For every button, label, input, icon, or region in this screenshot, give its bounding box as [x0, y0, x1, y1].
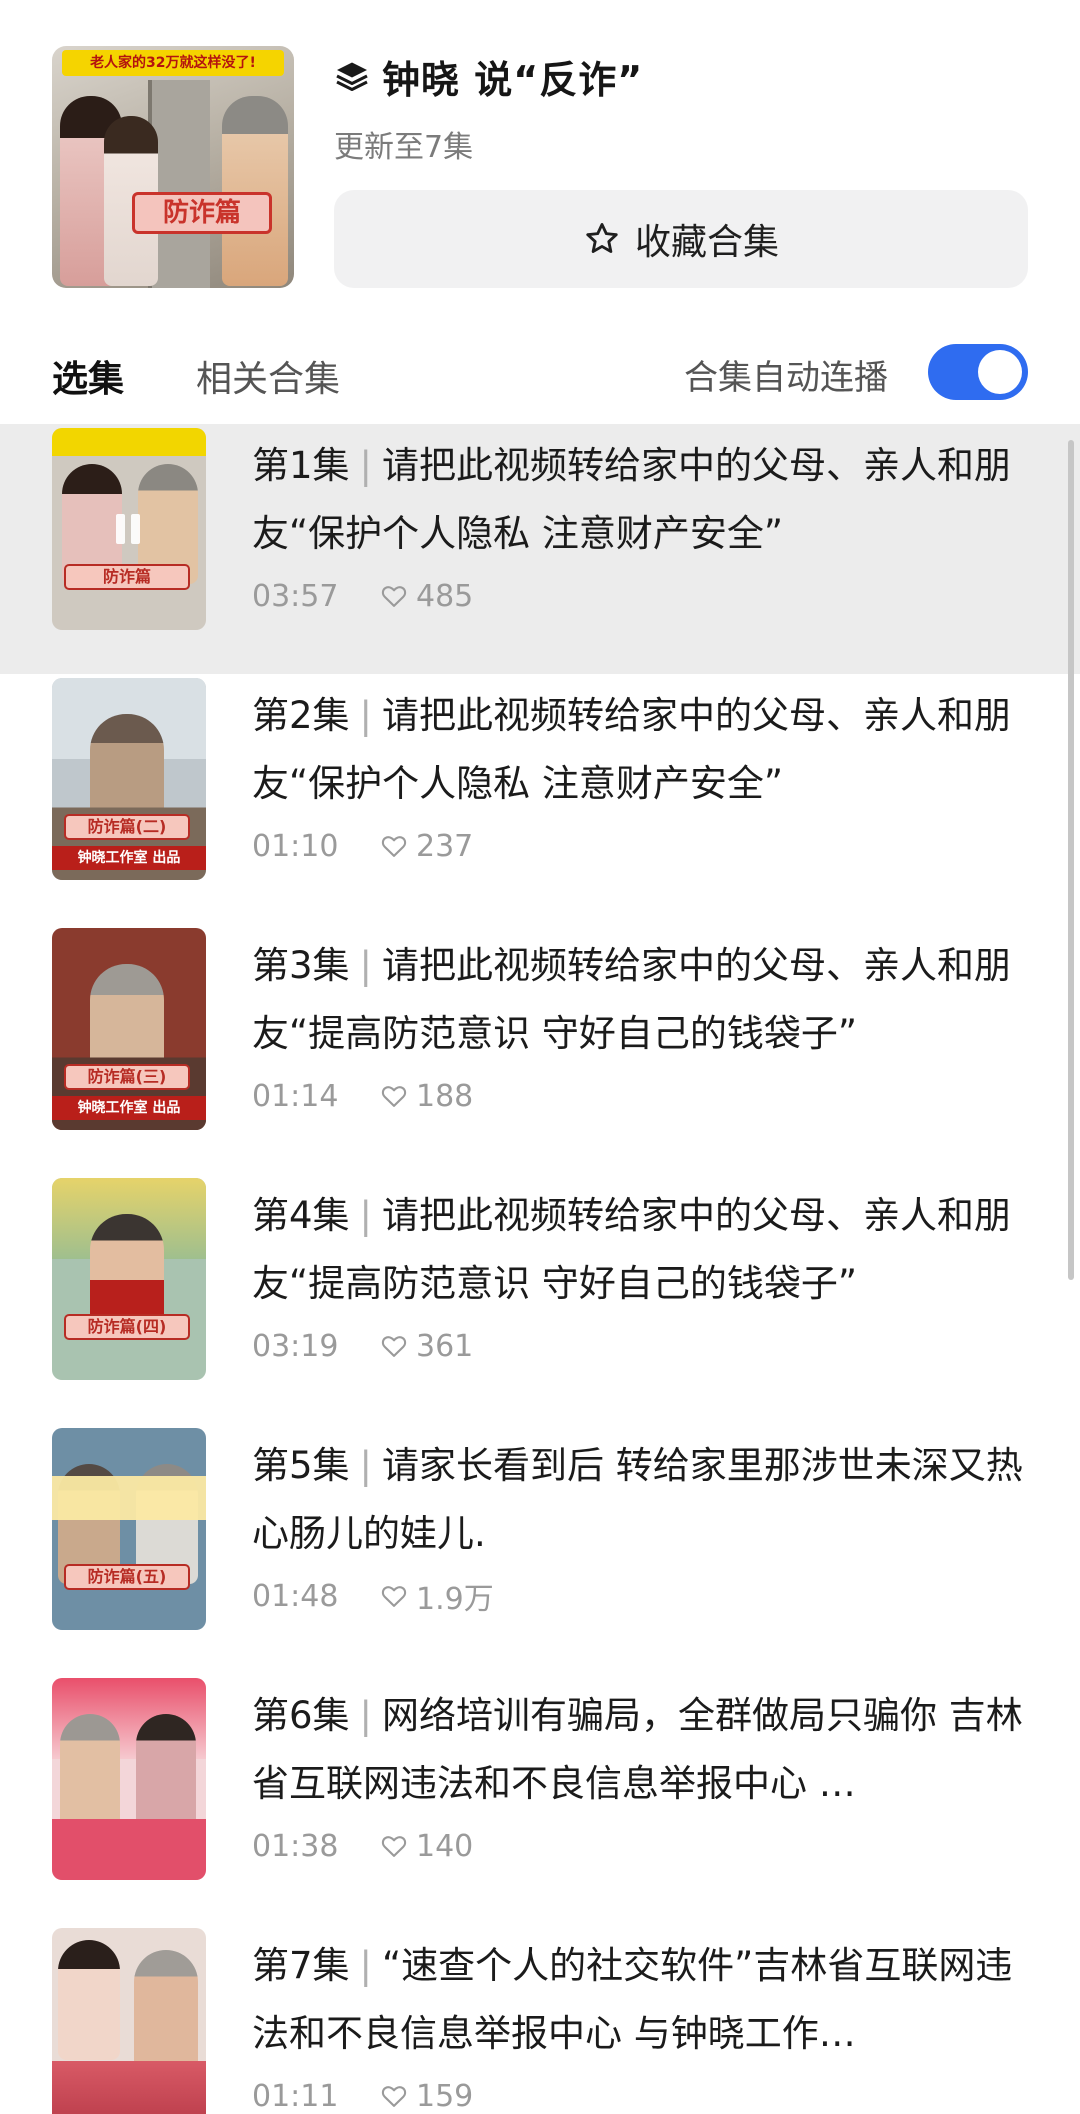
- episode-count-text: 更新至7集: [334, 130, 474, 165]
- episode-meta: 01:11 159: [252, 2076, 473, 2114]
- episode-likes: 237: [416, 828, 474, 864]
- episode-thumbnail[interactable]: 防诈篇(四): [52, 1178, 206, 1380]
- collection-header: 老人家的32万就这样没了! 防诈篇 钟晓 说“反诈” 更新至7集 收藏合集: [0, 0, 1080, 300]
- cover-figure: [222, 96, 288, 286]
- heart-icon: [381, 2086, 407, 2107]
- episode-duration: 03:19: [252, 1328, 339, 1364]
- thumbnail-tag: 防诈篇(四): [64, 1314, 190, 1340]
- episode-meta: 03:19 361: [252, 1326, 473, 1366]
- autoplay-toggle[interactable]: [928, 344, 1028, 400]
- autoplay-label: 合集自动连播: [684, 358, 888, 398]
- episode-duration: 01:14: [252, 1078, 339, 1114]
- thumbnail-strip: 钟晓工作室 出品: [52, 846, 206, 870]
- episode-item[interactable]: 防诈篇(二) 钟晓工作室 出品 第2集 | 请把此视频转给家中的父母、亲人和朋友“保…: [0, 674, 1080, 924]
- thumbnail-tag: 防诈篇(五): [64, 1564, 190, 1590]
- collection-cover-image[interactable]: 老人家的32万就这样没了! 防诈篇: [52, 46, 294, 288]
- episode-separator: |: [359, 444, 373, 487]
- episode-thumbnail[interactable]: 防诈篇(三) 钟晓工作室 出品: [52, 928, 206, 1130]
- episode-number: 第6集: [252, 1694, 350, 1737]
- episode-thumbnail[interactable]: [52, 1678, 206, 1880]
- episode-title: 第1集 | 请把此视频转给家中的父母、亲人和朋友“保护个人隐私 注意财产安全”: [252, 432, 1042, 568]
- episode-duration: 01:38: [252, 1828, 339, 1864]
- episode-duration: 01:10: [252, 828, 339, 864]
- heart-icon: [381, 836, 407, 857]
- episode-thumbnail[interactable]: 防诈篇(五): [52, 1428, 206, 1630]
- episode-number: 第7集: [252, 1944, 350, 1987]
- collection-title: 钟晓 说“反诈”: [382, 57, 644, 102]
- episode-list: 防诈篇 第1集 | 请把此视频转给家中的父母、亲人和朋友“保护个人隐私 注意财产安全…: [0, 424, 1080, 2114]
- episode-likes: 159: [416, 2078, 474, 2114]
- episode-item[interactable]: 第7集 | “速查个人的社交软件”吉林省互联网违法和不良信息举报中心 与钟晓工作… …: [0, 1924, 1080, 2114]
- episode-number: 第1集: [252, 444, 350, 487]
- episode-meta: 01:14 188: [252, 1076, 473, 1116]
- episode-number: 第5集: [252, 1444, 350, 1487]
- thumbnail-tag: 防诈篇(三): [64, 1064, 190, 1090]
- episode-separator: |: [359, 1194, 373, 1237]
- thumbnail-tag: 防诈篇(二): [64, 814, 190, 840]
- episode-likes: 361: [416, 1328, 474, 1364]
- episode-title: 第6集 | 网络培训有骗局，全群做局只骗你 吉林省互联网违法和不良信息举报中心 …: [252, 1682, 1042, 1818]
- episode-title: 第7集 | “速查个人的社交软件”吉林省互联网违法和不良信息举报中心 与钟晓工作…: [252, 1932, 1042, 2068]
- episode-number: 第2集: [252, 694, 350, 737]
- collection-title-row: 钟晓 说“反诈”: [334, 52, 643, 102]
- episode-number: 第3集: [252, 944, 350, 987]
- episode-title: 第3集 | 请把此视频转给家中的父母、亲人和朋友“提高防范意识 守好自己的钱袋子”: [252, 932, 1042, 1068]
- episode-item[interactable]: 防诈篇(四) 第4集 | 请把此视频转给家中的父母、亲人和朋友“提高防范意识 守好自…: [0, 1174, 1080, 1424]
- episode-likes: 140: [416, 1828, 474, 1864]
- episode-title: 第2集 | 请把此视频转给家中的父母、亲人和朋友“保护个人隐私 注意财产安全”: [252, 682, 1042, 818]
- episode-separator: |: [359, 694, 373, 737]
- episode-item[interactable]: 第6集 | 网络培训有骗局，全群做局只骗你 吉林省互联网违法和不良信息举报中心 … …: [0, 1674, 1080, 1924]
- tab-episodes[interactable]: 选集: [52, 350, 124, 402]
- episode-likes: 188: [416, 1078, 474, 1114]
- thumbnail-tag: 防诈篇: [64, 564, 190, 590]
- thumbnail-strip: 钟晓工作室 出品: [52, 1096, 206, 1120]
- episode-duration: 01:11: [252, 2078, 339, 2114]
- collect-button[interactable]: 收藏合集: [334, 190, 1028, 288]
- episode-thumbnail[interactable]: [52, 1928, 206, 2114]
- episode-separator: |: [359, 1694, 373, 1737]
- collect-button-label: 收藏合集: [634, 222, 779, 263]
- heart-icon: [381, 1586, 407, 1607]
- episode-meta: 01:48 1.9万: [252, 1576, 494, 1618]
- episode-duration: 01:48: [252, 1578, 339, 1614]
- episode-meta: 01:10 237: [252, 826, 473, 866]
- episode-meta: 03:57 485: [252, 576, 473, 616]
- layers-icon: [336, 62, 368, 91]
- episode-meta: 01:38 140: [252, 1826, 473, 1866]
- episode-thumbnail[interactable]: 防诈篇(二) 钟晓工作室 出品: [52, 678, 206, 880]
- heart-icon: [381, 586, 407, 607]
- episode-separator: |: [359, 1444, 373, 1487]
- tab-related-collections[interactable]: 相关合集: [196, 350, 340, 402]
- episode-thumbnail[interactable]: 防诈篇: [52, 428, 206, 630]
- episode-item[interactable]: 防诈篇(三) 钟晓工作室 出品 第3集 | 请把此视频转给家中的父母、亲人和朋友“提…: [0, 924, 1080, 1174]
- cover-banner-text: 老人家的32万就这样没了!: [62, 50, 284, 76]
- episode-separator: |: [359, 1944, 373, 1987]
- episode-item[interactable]: 防诈篇 第1集 | 请把此视频转给家中的父母、亲人和朋友“保护个人隐私 注意财产安全…: [0, 424, 1080, 674]
- toggle-knob: [978, 350, 1022, 394]
- episode-item[interactable]: 防诈篇(五) 第5集 | 请家长看到后 转给家里那涉世未深又热心肠儿的娃儿. 01:…: [0, 1424, 1080, 1674]
- heart-icon: [381, 1836, 407, 1857]
- pause-icon: [110, 514, 146, 544]
- episode-likes: 1.9万: [416, 1582, 494, 1617]
- list-scrollbar[interactable]: [1068, 440, 1074, 1280]
- episode-title: 第4集 | 请把此视频转给家中的父母、亲人和朋友“提高防范意识 守好自己的钱袋子”: [252, 1182, 1042, 1318]
- episode-separator: |: [359, 944, 373, 987]
- heart-icon: [381, 1086, 407, 1107]
- episode-likes: 485: [416, 578, 474, 614]
- star-icon: [586, 223, 618, 253]
- episode-number: 第4集: [252, 1194, 350, 1237]
- tab-bar: 选集 相关合集 合集自动连播: [0, 330, 1080, 412]
- episode-duration: 03:57: [252, 578, 339, 614]
- heart-icon: [381, 1336, 407, 1357]
- cover-tag-text: 防诈篇: [132, 192, 272, 234]
- episode-title: 第5集 | 请家长看到后 转给家里那涉世未深又热心肠儿的娃儿.: [252, 1432, 1042, 1568]
